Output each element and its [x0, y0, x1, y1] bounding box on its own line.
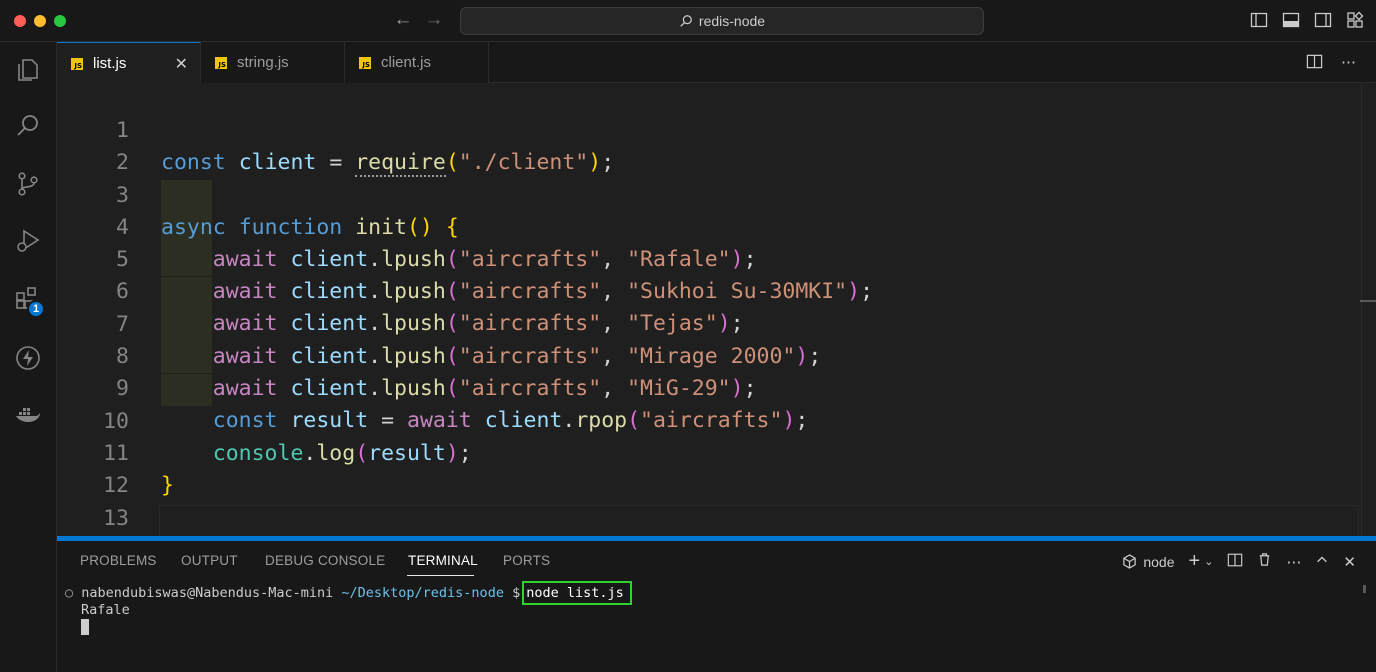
- chevron-down-icon[interactable]: ⌄: [1204, 555, 1213, 568]
- tab-string-js[interactable]: JS string.js: [201, 42, 345, 83]
- active-tab-indicator: [407, 575, 474, 576]
- close-window-button[interactable]: [14, 15, 26, 27]
- prompt-path: ~/Desktop/redis-node: [341, 585, 504, 601]
- scrollbar-marker: [1360, 300, 1376, 302]
- code-line-14: 14: [57, 503, 1357, 535]
- code-line-7: 7 await client.lpush("aircrafts", "Mirag…: [57, 277, 1357, 369]
- split-terminal-icon[interactable]: [1227, 552, 1243, 572]
- js-file-icon: JS: [215, 56, 227, 69]
- maximize-panel-icon[interactable]: [1315, 553, 1329, 571]
- docker-icon[interactable]: [12, 400, 44, 432]
- js-file-icon: JS: [71, 57, 83, 70]
- command-center-search[interactable]: redis-node: [460, 7, 984, 35]
- terminal-scrollbar[interactable]: [1363, 585, 1366, 593]
- toggle-secondary-sidebar-icon[interactable]: [1314, 11, 1332, 29]
- back-arrow-icon[interactable]: ←: [392, 9, 414, 31]
- toggle-panel-icon[interactable]: [1282, 11, 1300, 29]
- editor-tab-bar: JS list.js ✕ JS string.js JS client.js ⋯: [57, 42, 1376, 84]
- minimize-window-button[interactable]: [34, 15, 46, 27]
- terminal-cursor: [81, 619, 89, 635]
- tab-label: client.js: [381, 54, 432, 71]
- customize-layout-icon[interactable]: [1346, 11, 1364, 29]
- forward-arrow-icon[interactable]: →: [423, 9, 445, 31]
- source-control-icon[interactable]: [12, 168, 44, 200]
- prompt-symbol: $: [512, 585, 521, 601]
- search-icon[interactable]: [12, 110, 44, 142]
- code-line-12: 12: [57, 438, 1357, 498]
- close-panel-icon[interactable]: ✕: [1343, 553, 1356, 571]
- tab-label: string.js: [237, 54, 289, 71]
- close-icon[interactable]: ✕: [175, 54, 188, 74]
- more-actions-icon[interactable]: ⋯: [1286, 553, 1301, 571]
- terminal-name: node: [1143, 553, 1175, 570]
- code-line-4: 4 await client.lpush("aircrafts", "Rafal…: [57, 180, 1357, 272]
- overview-ruler: [1361, 83, 1362, 536]
- command-status-icon: ○: [65, 585, 74, 601]
- tab-problems[interactable]: PROBLEMS: [80, 553, 157, 568]
- code-line-5: 5 await client.lpush("aircrafts", "Sukho…: [57, 212, 1357, 304]
- maximize-window-button[interactable]: [54, 15, 66, 27]
- toggle-primary-sidebar-icon[interactable]: [1250, 11, 1268, 29]
- code-line-1: 1 const client = require("./client");: [57, 83, 1357, 177]
- terminal-prompt-line: ○ nabendubiswas@Nabendus-Mac-mini ~/Desk…: [65, 581, 632, 605]
- extensions-update-badge: 1: [27, 300, 45, 318]
- code-line-10: 10 console.log(result);: [57, 374, 1357, 466]
- tab-list-js[interactable]: JS list.js ✕: [57, 42, 201, 84]
- search-icon: [680, 15, 692, 27]
- code-line-11: 11 }: [57, 406, 1357, 498]
- code-line-13: 13 init();: [57, 471, 1357, 531]
- code-line-3: 3 async function init() {: [57, 148, 1357, 240]
- tab-client-js[interactable]: JS client.js: [345, 42, 489, 83]
- explorer-icon[interactable]: [12, 54, 44, 86]
- terminal-shell-icon: [1123, 554, 1137, 569]
- tab-label: list.js: [93, 55, 127, 72]
- tab-debug-console[interactable]: DEBUG CONSOLE: [265, 553, 385, 568]
- run-and-debug-icon[interactable]: [12, 225, 44, 257]
- bottom-panel: PROBLEMS OUTPUT DEBUG CONSOLE TERMINAL P…: [57, 541, 1376, 672]
- split-editor-icon[interactable]: [1306, 53, 1323, 74]
- tab-ports[interactable]: PORTS: [503, 553, 550, 568]
- thunder-client-icon[interactable]: [12, 342, 44, 374]
- more-actions-icon[interactable]: ⋯: [1341, 53, 1356, 74]
- code-line-2: 2: [57, 115, 1357, 175]
- activity-bar: 1: [0, 42, 57, 672]
- js-file-icon: JS: [359, 56, 371, 69]
- prompt-user: nabendubiswas@Nabendus-Mac-mini: [81, 585, 334, 601]
- trash-icon[interactable]: [1257, 552, 1272, 571]
- tab-output[interactable]: OUTPUT: [181, 553, 238, 568]
- title-bar: ← → redis-node: [0, 0, 1376, 42]
- highlighted-command: node list.js: [522, 581, 632, 605]
- tab-terminal[interactable]: TERMINAL: [408, 553, 478, 568]
- terminal-selector[interactable]: node: [1122, 553, 1175, 570]
- code-line-8: 8 await client.lpush("aircrafts", "MiG-2…: [57, 309, 1357, 401]
- terminal-output: Rafale: [81, 602, 130, 618]
- new-terminal-icon[interactable]: +: [1189, 550, 1201, 573]
- code-line-6: 6 await client.lpush("aircrafts", "Tejas…: [57, 244, 1357, 336]
- code-line-9: 9 const result = await client.rpop("airc…: [57, 341, 1357, 433]
- code-editor[interactable]: 1 const client = require("./client"); 2 …: [57, 83, 1376, 536]
- search-text: redis-node: [698, 13, 766, 29]
